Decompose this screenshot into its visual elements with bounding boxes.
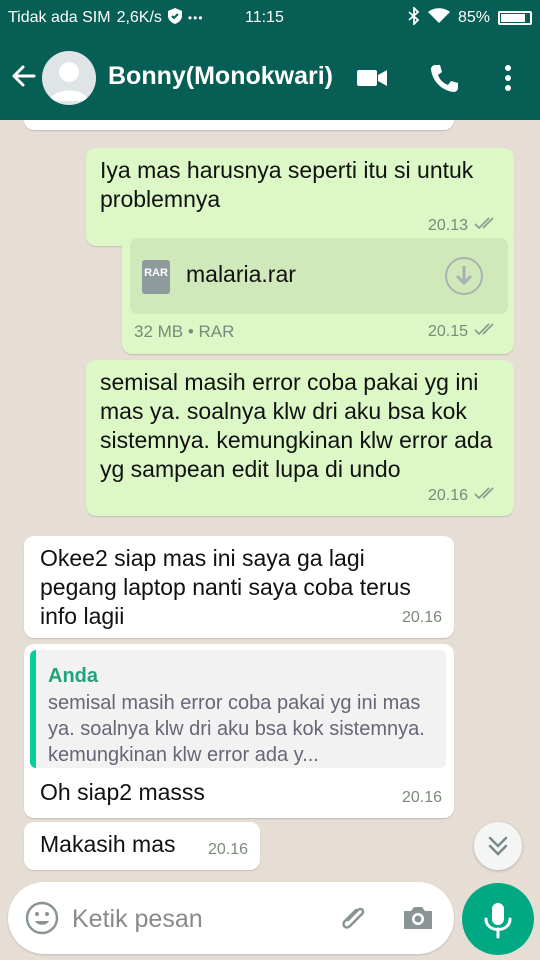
file-name: malaria.rar <box>186 261 296 287</box>
attach-icon[interactable] <box>336 900 372 936</box>
reply-message-bubble[interactable]: Anda semisal masih error coba pakai yg i… <box>24 644 454 818</box>
double-chevron-down-icon <box>488 836 508 856</box>
message-time: 20.16 <box>207 841 248 858</box>
message-list[interactable]: Iya mas harusnya seperti itu si untuk pr… <box>0 120 540 880</box>
more-notifications-icon: ••• <box>187 11 204 25</box>
message-bubble-cutoff <box>24 120 454 130</box>
message-meta: 20.16 <box>428 481 500 510</box>
wifi-icon <box>427 7 450 29</box>
message-time: 20.16 <box>401 609 442 626</box>
network-speed: 2,6K/s <box>116 9 162 26</box>
voice-message-button[interactable] <box>462 883 534 955</box>
file-message-bubble[interactable]: RAR malaria.rar 32 MB • RAR 20.15 <box>122 230 514 354</box>
message-text: Oh siap2 masss <box>40 779 205 805</box>
file-info: 32 MB • RAR <box>134 322 235 341</box>
message-text: Makasih mas <box>40 831 176 857</box>
message-bubble-outgoing[interactable]: semisal masih error coba pakai yg ini ma… <box>86 360 514 516</box>
chat-header: Bonny(Monokwari) <box>0 36 540 120</box>
message-meta: 20.16 <box>402 783 442 812</box>
phone-call-icon[interactable] <box>428 62 460 94</box>
clock: 11:15 <box>245 9 284 26</box>
contact-name[interactable]: Bonny(Monokwari) <box>108 62 336 91</box>
download-icon[interactable] <box>444 256 484 296</box>
video-call-icon[interactable] <box>356 62 388 94</box>
double-check-icon <box>474 317 500 346</box>
message-time: 20.15 <box>427 323 468 340</box>
camera-icon[interactable] <box>400 900 436 936</box>
battery-icon <box>498 11 532 25</box>
shield-icon <box>167 7 182 29</box>
contact-avatar[interactable] <box>42 51 96 105</box>
message-text: Iya mas harusnya seperti itu si untuk pr… <box>100 157 474 212</box>
message-bubble-incoming[interactable]: Okee2 siap mas ini saya ga lagi pegang l… <box>24 536 454 638</box>
message-time: 20.16 <box>401 789 442 806</box>
message-meta: 20.16 <box>402 603 442 632</box>
message-meta: 20.15 <box>428 317 500 346</box>
message-meta: 20.16 <box>208 835 248 864</box>
file-attachment[interactable]: RAR malaria.rar <box>130 238 508 314</box>
message-bubble-incoming[interactable]: Makasih mas 20.16 <box>24 822 260 870</box>
message-time: 20.16 <box>427 487 468 504</box>
battery-percent: 85% <box>457 9 490 26</box>
message-input[interactable] <box>70 900 324 938</box>
microphone-icon <box>484 903 512 939</box>
scroll-to-bottom-button[interactable] <box>474 822 522 870</box>
carrier-text: Tidak ada SIM <box>8 9 111 26</box>
double-check-icon <box>474 481 500 510</box>
message-text: Okee2 siap mas ini saya ga lagi pegang l… <box>40 545 411 629</box>
message-composer <box>8 882 454 954</box>
message-text: semisal masih error coba pakai yg ini ma… <box>100 369 493 482</box>
bluetooth-icon <box>408 5 420 30</box>
emoji-icon[interactable] <box>24 900 60 936</box>
more-options-icon[interactable] <box>492 62 524 94</box>
back-arrow-icon[interactable] <box>8 60 40 92</box>
quoted-message[interactable]: Anda semisal masih error coba pakai yg i… <box>30 650 446 768</box>
quote-accent-bar <box>30 650 36 768</box>
quote-text: semisal masih error coba pakai yg ini ma… <box>48 692 425 766</box>
status-bar: Tidak ada SIM 2,6K/s ••• 11:15 85% <box>0 0 540 36</box>
quote-author: Anda <box>48 665 98 687</box>
rar-file-icon: RAR <box>142 260 170 294</box>
